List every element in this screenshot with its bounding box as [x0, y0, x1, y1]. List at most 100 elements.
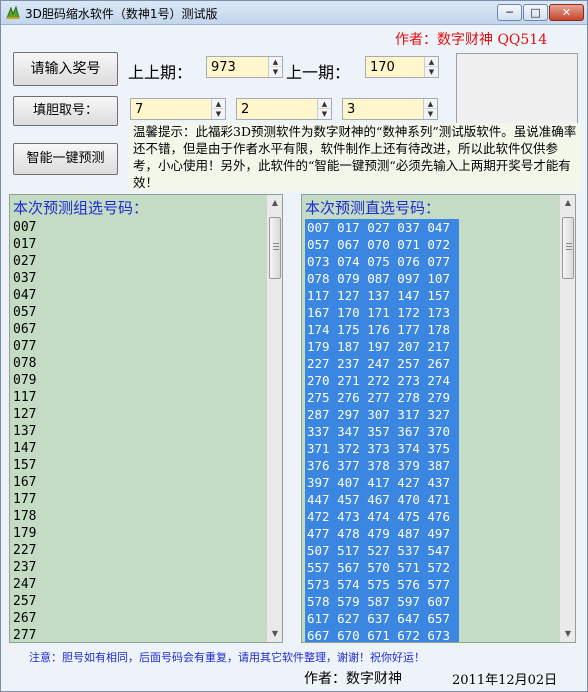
group-list-item[interactable]: 177	[13, 491, 36, 508]
group-list-item[interactable]: 267	[13, 610, 36, 627]
direct-list-item[interactable]: 167 170 171 172 173	[305, 304, 459, 321]
dan2-spin-arrows[interactable]: ▲ ▼	[317, 99, 331, 119]
direct-list-item[interactable]: 578 579 587 597 607	[305, 593, 459, 610]
direct-list-item[interactable]: 174 175 176 177 178	[305, 321, 459, 338]
direct-list-item[interactable]: 557 567 570 571 572	[305, 559, 459, 576]
dan2-value[interactable]: 2	[241, 102, 249, 117]
prev2-label: 上上期：	[128, 63, 193, 82]
group-list-item[interactable]: 247	[13, 576, 36, 593]
group-list-item[interactable]: 077	[13, 338, 36, 355]
dan1-value[interactable]: 7	[135, 102, 143, 117]
group-list-item[interactable]: 007	[13, 219, 36, 236]
close-button[interactable]: ✕	[549, 4, 584, 21]
group-list-item[interactable]: 027	[13, 253, 36, 270]
direct-list-item[interactable]: 376 377 378 379 387	[305, 457, 459, 474]
prev2-spinbox[interactable]: 973 ▲ ▼	[206, 56, 283, 78]
group-list-item[interactable]: 057	[13, 304, 36, 321]
direct-list-item[interactable]: 179 187 197 207 217	[305, 338, 459, 355]
group-list-item[interactable]: 079	[13, 372, 36, 389]
direct-list-item[interactable]: 507 517 527 537 547	[305, 542, 459, 559]
group-list-item[interactable]: 047	[13, 287, 36, 304]
scroll-thumb[interactable]	[269, 217, 281, 279]
direct-list-item[interactable]: 447 457 467 470 471	[305, 491, 459, 508]
group-list-item[interactable]: 167	[13, 474, 36, 491]
dan3-spin-arrows[interactable]: ▲ ▼	[423, 99, 437, 119]
spin-up-icon[interactable]: ▲	[318, 99, 331, 109]
release-date: 2011年12月02日	[452, 673, 558, 688]
scroll-down-icon[interactable]: ▼	[267, 626, 282, 642]
group-scrollbar[interactable]: ▲ ▼	[266, 195, 282, 642]
group-list-item[interactable]: 117	[13, 389, 36, 406]
group-list-item[interactable]: 227	[13, 542, 36, 559]
direct-list-item[interactable]: 270 271 272 273 274	[305, 372, 459, 389]
direct-list-item[interactable]: 078 079 087 097 107	[305, 270, 459, 287]
direct-rows: 007 017 027 037 047 057 067 070 071 072 07…	[305, 219, 459, 642]
spin-up-icon[interactable]: ▲	[212, 99, 225, 109]
group-list-item[interactable]: 017	[13, 236, 36, 253]
spin-up-icon[interactable]: ▲	[425, 57, 438, 67]
direct-list-item[interactable]: 371 372 373 374 375	[305, 440, 459, 457]
direct-list-item[interactable]: 477 478 479 487 497	[305, 525, 459, 542]
group-list-item[interactable]: 257	[13, 593, 36, 610]
direct-list-item[interactable]: 057 067 070 071 072	[305, 236, 459, 253]
prev2-spin-arrows[interactable]: ▲ ▼	[268, 57, 282, 77]
scroll-up-icon[interactable]: ▲	[267, 195, 282, 211]
predict-button[interactable]: 智能一键预测	[13, 143, 118, 175]
direct-list-item[interactable]: 275 276 277 278 279	[305, 389, 459, 406]
scroll-down-icon[interactable]: ▼	[560, 626, 575, 642]
direct-list-item[interactable]: 472 473 474 475 476	[305, 508, 459, 525]
direct-scrollbar[interactable]: ▲ ▼	[559, 195, 575, 642]
dan1-spin-arrows[interactable]: ▲ ▼	[211, 99, 225, 119]
spin-down-icon[interactable]: ▼	[425, 67, 438, 77]
input-prize-button[interactable]: 请输入奖号	[13, 52, 118, 86]
spin-down-icon[interactable]: ▼	[318, 109, 331, 119]
direct-list-item[interactable]: 117 127 137 147 157	[305, 287, 459, 304]
minimize-button[interactable]: ─	[497, 4, 522, 21]
prev1-spinbox[interactable]: 170 ▲ ▼	[365, 56, 439, 78]
group-numbers-list[interactable]: 本次预测组选号码： 007 017 027 037 047 057 067 077 078 079…	[9, 194, 283, 643]
group-list-item[interactable]: 127	[13, 406, 36, 423]
dan3-spinbox[interactable]: 3 ▲ ▼	[342, 98, 438, 120]
direct-list-item[interactable]: 617 627 637 647 657	[305, 610, 459, 627]
spin-down-icon[interactable]: ▼	[424, 109, 437, 119]
direct-list-item[interactable]: 227 237 247 257 267	[305, 355, 459, 372]
prev1-value[interactable]: 170	[370, 60, 395, 75]
app-window: 3D胆码缩水软件（数神1号）测试版 ─ □ ✕ 作者：数字财神 QQ514 请输…	[0, 0, 588, 692]
maximize-button[interactable]: □	[523, 4, 548, 21]
direct-numbers-list[interactable]: 本次预测直选号码： 007 017 027 037 047 057 067 070…	[301, 194, 576, 643]
direct-list-item[interactable]: 287 297 307 317 327	[305, 406, 459, 423]
direct-list-item[interactable]: 007 017 027 037 047	[305, 219, 459, 236]
direct-list-title: 本次预测直选号码：	[305, 199, 441, 217]
group-list-title: 本次预测组选号码：	[13, 199, 149, 217]
group-list-item[interactable]: 147	[13, 440, 36, 457]
group-list-item[interactable]: 237	[13, 559, 36, 576]
group-list-item[interactable]: 157	[13, 457, 36, 474]
group-list-item[interactable]: 037	[13, 270, 36, 287]
usage-note: 注意：胆号如有相同，后面号码会有重复，请用其它软件整理，谢谢！祝你好运！	[29, 651, 425, 664]
spin-down-icon[interactable]: ▼	[269, 67, 282, 77]
spin-up-icon[interactable]: ▲	[269, 57, 282, 67]
group-list-item[interactable]: 137	[13, 423, 36, 440]
dan2-spinbox[interactable]: 2 ▲ ▼	[236, 98, 332, 120]
group-list-item[interactable]: 078	[13, 355, 36, 372]
scroll-up-icon[interactable]: ▲	[560, 195, 575, 211]
direct-list-item[interactable]: 667 670 671 672 673	[305, 627, 459, 642]
group-list-item[interactable]: 179	[13, 525, 36, 542]
group-list-item[interactable]: 178	[13, 508, 36, 525]
dan3-value[interactable]: 3	[347, 102, 355, 117]
direct-list-item[interactable]: 397 407 417 427 437	[305, 474, 459, 491]
spin-down-icon[interactable]: ▼	[212, 109, 225, 119]
spin-up-icon[interactable]: ▲	[424, 99, 437, 109]
group-list-item[interactable]: 067	[13, 321, 36, 338]
direct-list-item[interactable]: 573 574 575 576 577	[305, 576, 459, 593]
group-rows: 007 017 027 037 047 057 067 077 078 079 117 127 137 1…	[13, 219, 36, 642]
group-list-item[interactable]: 277	[13, 627, 36, 642]
dan1-spinbox[interactable]: 7 ▲ ▼	[130, 98, 226, 120]
direct-list-item[interactable]: 073 074 075 076 077	[305, 253, 459, 270]
prev2-value[interactable]: 973	[211, 60, 236, 75]
scroll-thumb[interactable]	[562, 217, 574, 279]
prev1-label: 上一期：	[286, 63, 351, 82]
direct-list-item[interactable]: 337 347 357 367 370	[305, 423, 459, 440]
prev1-spin-arrows[interactable]: ▲ ▼	[424, 57, 438, 77]
fill-dan-button[interactable]: 填胆取号：	[13, 96, 118, 126]
